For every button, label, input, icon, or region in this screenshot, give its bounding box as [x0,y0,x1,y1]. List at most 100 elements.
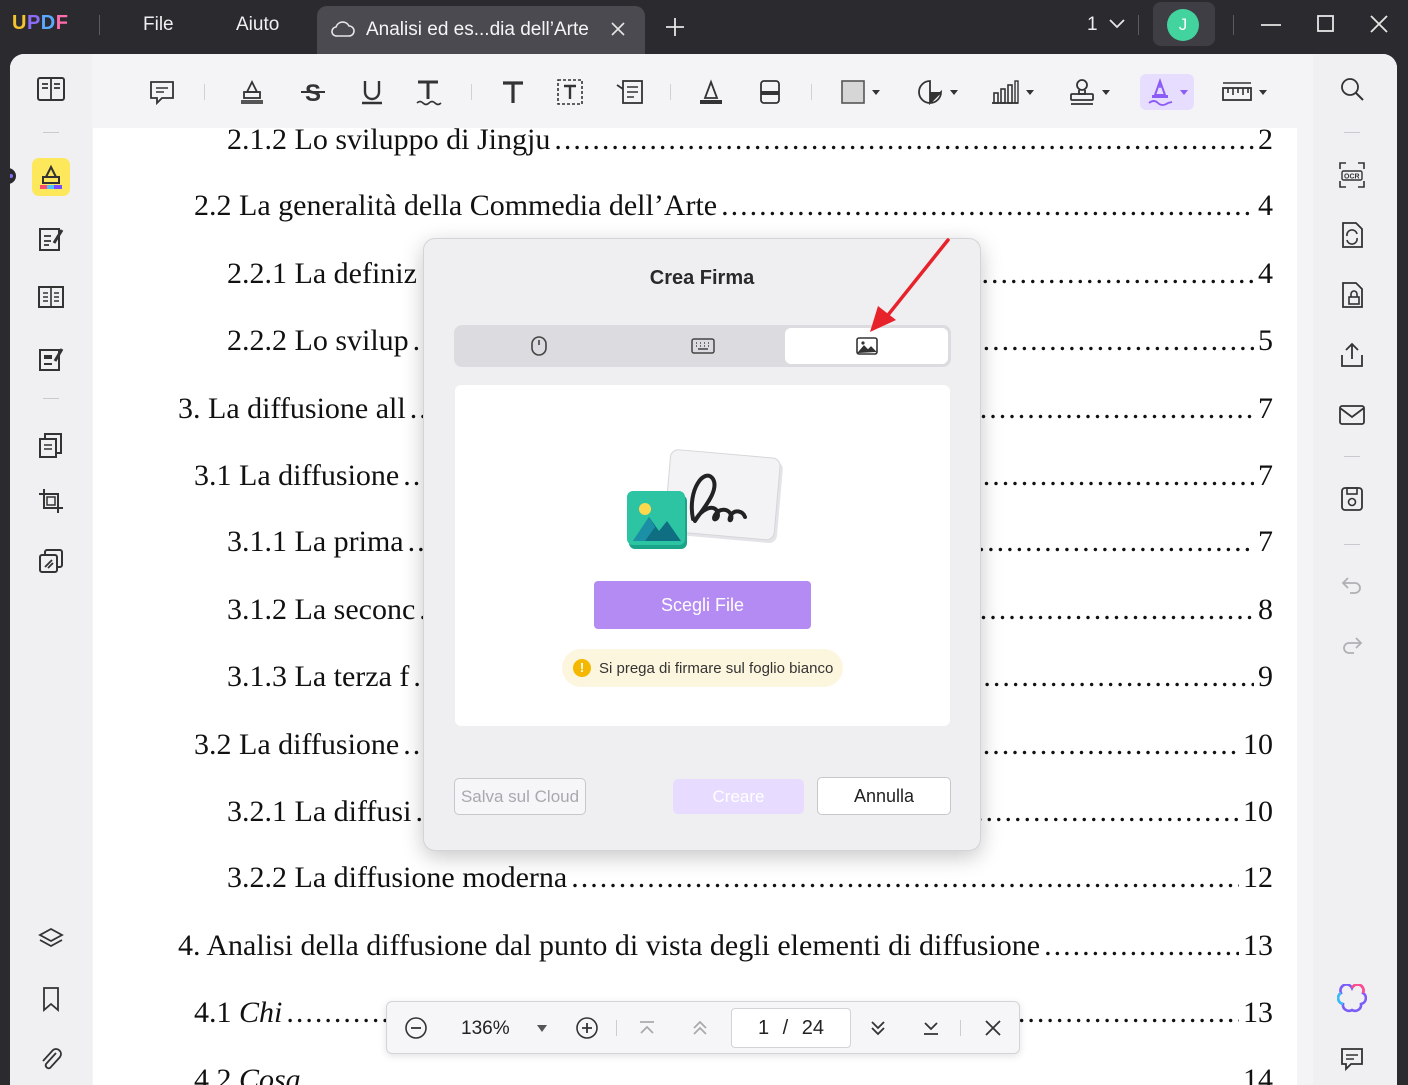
menu-aiuto[interactable]: Aiuto [236,14,279,36]
sticker-tool[interactable] [911,74,963,110]
close-zoombar-button[interactable] [979,1014,1007,1042]
zoom-out-button[interactable] [402,1014,430,1042]
title-bar: UPDF File Aiuto Analisi ed es...dia dell… [0,0,1408,54]
shape-icon [841,80,865,104]
strikethrough-tool[interactable]: S [295,74,331,110]
layers-button[interactable] [32,920,70,958]
eraser-tool[interactable] [752,74,788,110]
email-button[interactable] [1333,396,1371,434]
image-signature-illustration [627,449,783,549]
dropdown-caret-icon [1180,89,1188,95]
reader-mode-button[interactable] [32,70,70,108]
menu-file[interactable]: File [143,14,174,36]
close-tab-icon[interactable] [609,20,627,38]
zoom-in-button[interactable] [573,1014,601,1042]
crop-icon [39,489,63,513]
previous-page-button[interactable] [686,1014,714,1042]
highlight-tool[interactable] [234,74,270,110]
previous-page-icon [693,1020,707,1035]
crop-button[interactable] [32,482,70,520]
attachments-button[interactable] [32,1040,70,1078]
cancel-button[interactable]: Annulla [817,777,951,815]
toc-entry[interactable]: 4. Analisi della diffusione dal punto di… [178,929,1273,963]
tab-title: Analisi ed es...dia dell’Arte [366,19,589,40]
divider [1344,456,1360,457]
annotation-arrow-icon [870,238,950,332]
next-page-icon [871,1021,885,1036]
comments-panel-button[interactable] [1333,1040,1371,1078]
tab-type-keyboard[interactable] [621,328,784,364]
mail-icon [1339,405,1365,425]
tab-draw-mouse[interactable] [457,328,620,364]
save-button[interactable] [1333,480,1371,518]
comment-icon [150,81,174,106]
lock-file-icon [1342,282,1363,308]
pencil-tool[interactable] [693,74,729,110]
share-button[interactable] [1333,336,1371,374]
measure-chart-tool[interactable] [986,74,1038,110]
create-button[interactable]: Creare [673,779,804,814]
page-indicator[interactable]: 1 [1087,14,1098,36]
text-icon [503,81,523,103]
ocr-button[interactable]: OCR [1333,156,1371,194]
comment-tool[interactable] [144,74,180,110]
underline-tool[interactable] [354,74,390,110]
toc-entry[interactable]: 4.2 Cosa 14 [194,1063,1273,1085]
image-icon [855,337,878,355]
toc-entry[interactable]: 2.1.2 Lo sviluppo di Jingju.............… [227,128,1273,157]
maximize-icon[interactable] [1316,14,1336,34]
zoom-navigation-bar: 136% 1 / 24 [386,1001,1020,1054]
minimize-icon[interactable] [1260,14,1282,36]
paperclip-icon [42,1048,62,1070]
redo-button[interactable] [1333,626,1371,664]
next-page-button[interactable] [864,1014,892,1042]
convert-button[interactable] [1333,216,1371,254]
total-pages: 24 [801,1017,825,1039]
protect-button[interactable] [1333,276,1371,314]
search-button[interactable] [1333,70,1371,108]
organize-pages-button[interactable] [32,426,70,464]
page-mode-button[interactable] [32,278,70,316]
comment-mode-button[interactable] [32,158,70,196]
dropdown-caret-icon [1259,89,1267,95]
share-icon [1341,342,1363,367]
close-icon [985,1020,1001,1036]
svg-text:OCR: OCR [1344,174,1360,181]
form-mode-button[interactable] [32,340,70,378]
last-page-button[interactable] [917,1014,945,1042]
signature-tool[interactable] [1140,74,1194,110]
text-callout-tool[interactable] [612,74,648,110]
divider [204,84,205,100]
zoom-dropdown-icon[interactable] [537,1025,547,1032]
new-tab-icon[interactable] [664,16,686,38]
ruler-tool[interactable] [1218,74,1270,110]
tools-button[interactable] [32,542,70,580]
textbox-tool[interactable] [552,74,588,110]
first-page-button[interactable] [633,1014,661,1042]
save-to-cloud-button[interactable]: Salva sul Cloud [454,778,586,815]
toc-entry[interactable]: 2.2 La generalità della Commedia dell’Ar… [194,189,1273,223]
choose-file-button[interactable]: Scegli File [594,581,811,629]
highlighter-icon [40,164,62,189]
stamp-tool[interactable] [1064,74,1114,110]
document-tab[interactable]: Analisi ed es...dia dell’Arte [317,6,645,54]
divider [471,84,472,100]
page-number-field[interactable]: 1 / 24 [731,1008,851,1048]
text-tool[interactable] [495,74,531,110]
upload-panel[interactable]: Scegli File ! Si prega di firmare sul fo… [455,385,950,726]
chevron-down-icon[interactable] [1108,18,1126,30]
bookmarks-button[interactable] [32,980,70,1018]
shape-tool[interactable] [835,74,885,110]
cloud-icon [331,21,355,37]
undo-button[interactable] [1333,566,1371,604]
zoom-level[interactable]: 136% [461,1018,510,1040]
edit-mode-button[interactable] [32,220,70,258]
squiggly-tool[interactable] [410,74,446,110]
updf-ai-button[interactable] [1333,980,1371,1018]
account-button[interactable]: J [1153,2,1215,46]
toc-entry[interactable]: 3.2.2 La diffusione moderna.............… [227,861,1273,895]
divider [1138,15,1139,35]
close-window-icon[interactable] [1369,14,1389,34]
last-page-icon [924,1022,938,1035]
divider [43,132,59,133]
